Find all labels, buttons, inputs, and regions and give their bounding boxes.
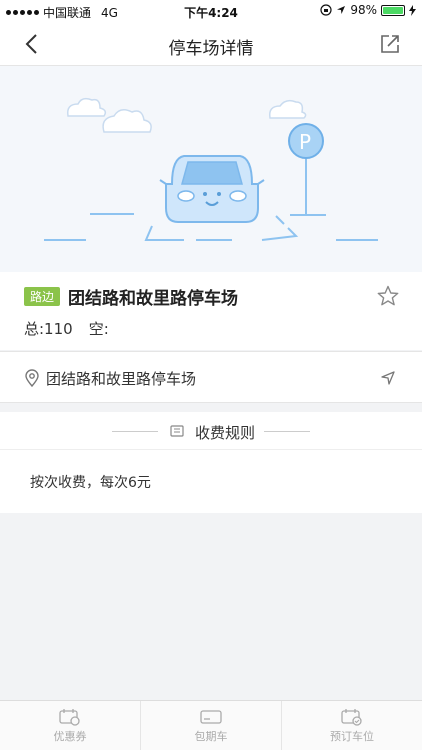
fee-rules-card: 收费规则 按次收费，每次6元	[0, 412, 422, 513]
roadside-badge: 路边	[24, 287, 61, 306]
fee-rules-header: 收费规则	[0, 412, 422, 450]
bottom-tab-bar: 优惠券 包期车 预订车位	[0, 700, 422, 750]
card-icon	[200, 709, 222, 724]
battery-icon	[381, 4, 405, 16]
location-arrow-icon	[337, 6, 346, 14]
parking-illustration: P	[0, 66, 422, 272]
location-pin-icon	[25, 369, 39, 387]
favorite-button[interactable]	[376, 284, 400, 308]
car-icon	[159, 155, 265, 223]
nav-bar: 停车场详情	[0, 22, 422, 66]
space-counts: 总:110 空:	[24, 318, 109, 339]
divider-right	[264, 431, 310, 432]
share-button[interactable]	[378, 32, 402, 56]
navigation-arrow-icon[interactable]	[380, 370, 396, 386]
car-parking-illustration: P	[44, 97, 378, 241]
address-row[interactable]: 团结路和故里路停车场	[0, 351, 422, 403]
status-right: 98%	[320, 3, 416, 17]
cloud-icon	[66, 97, 307, 133]
tab-period-car[interactable]: 包期车	[141, 701, 282, 750]
tab-label: 预订车位	[330, 729, 374, 743]
tab-coupons[interactable]: 优惠券	[0, 701, 141, 750]
total-spaces: 总:110	[24, 320, 73, 338]
receipt-icon	[170, 425, 184, 437]
battery-percent: 98%	[350, 3, 377, 17]
empty-spaces: 空:	[88, 320, 109, 338]
star-icon	[377, 285, 399, 306]
charging-icon	[409, 4, 416, 16]
parking-lot-info: 路边 团结路和故里路停车场 总:110 空:	[0, 272, 422, 350]
status-bar: 中国联通 4G 下午4:24 98%	[0, 0, 422, 22]
address-text: 团结路和故里路停车场	[46, 370, 197, 388]
tab-reserve-space[interactable]: 预订车位	[282, 701, 422, 750]
parking-sign-icon: P	[288, 123, 326, 216]
divider-left	[112, 431, 158, 432]
tab-label: 优惠券	[53, 729, 87, 743]
tab-label: 包期车	[194, 729, 228, 743]
rotation-lock-icon	[320, 4, 332, 16]
page-title: 停车场详情	[168, 39, 254, 59]
coupon-icon	[59, 708, 80, 726]
calendar-check-icon	[341, 708, 362, 726]
parking-lot-name: 团结路和故里路停车场	[68, 289, 238, 309]
fee-rules-title: 收费规则	[195, 424, 256, 442]
svg-text:P: P	[299, 130, 311, 154]
fee-rule-text: 按次收费，每次6元	[30, 475, 151, 491]
